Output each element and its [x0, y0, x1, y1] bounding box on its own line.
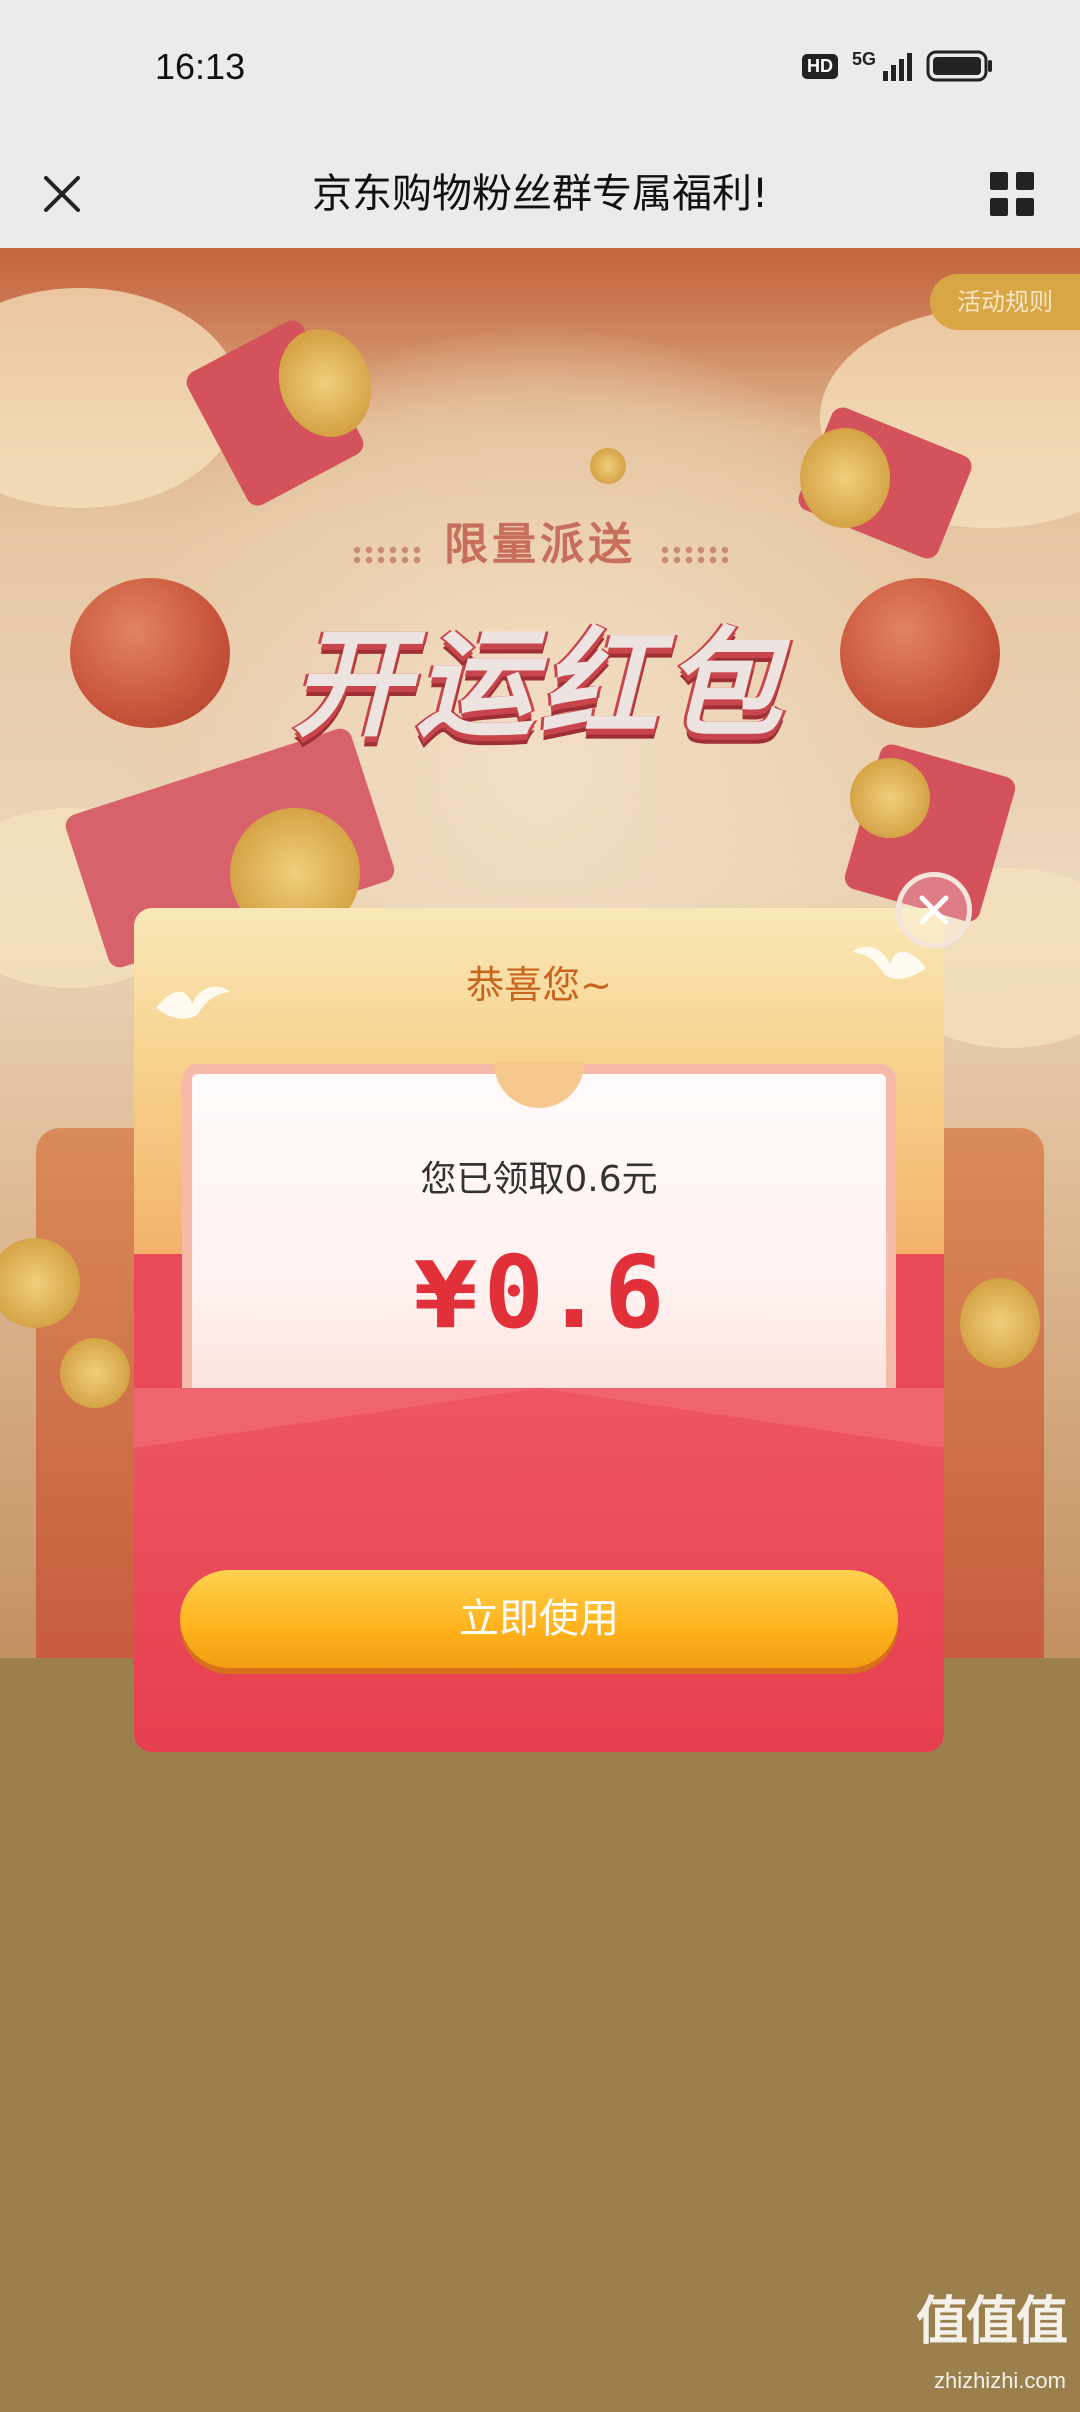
overlay-bottom-area: 值值值 zhizhizhi.com	[0, 1658, 1080, 2412]
activity-rules-button[interactable]: 活动规则	[930, 274, 1080, 330]
dove-icon	[156, 986, 230, 1019]
red-envelope-modal: 恭喜您~ 您已领取0.6元 ¥0.6 立即使用	[134, 908, 944, 1752]
decorative-coin	[960, 1278, 1040, 1368]
battery-icon	[926, 50, 992, 82]
signal-icon	[883, 53, 912, 81]
decorative-dots	[350, 544, 421, 565]
modal-close-button[interactable]	[896, 872, 972, 948]
page-title: 京东购物粉丝群专属福利!	[311, 171, 769, 217]
dove-icon	[852, 946, 926, 979]
decorative-coin	[850, 758, 930, 838]
status-icons: HD 5G	[801, 48, 994, 82]
decorative-coin	[60, 1338, 130, 1408]
status-bar: 16:13 HD 5G	[0, 0, 1080, 140]
card-notch	[494, 1062, 584, 1108]
nav-bar: 京东购物粉丝群专属福利!	[0, 140, 1080, 248]
modal-header: 恭喜您~	[466, 963, 612, 1007]
decorative-coin	[590, 448, 626, 484]
status-time: 16:13	[155, 46, 246, 87]
subtitle: 限量派送	[444, 519, 636, 570]
amount-value: 0.6	[483, 1234, 665, 1351]
subtitle-row: 限量派送	[0, 508, 1080, 572]
network-type-label: 5G	[851, 48, 876, 69]
currency-symbol: ¥	[413, 1242, 478, 1349]
watermark-url: zhizhizhi.com	[933, 2368, 1066, 2393]
mini-program-menu-icon[interactable]	[982, 164, 1042, 224]
main-title: 开运红包	[291, 615, 788, 753]
received-amount-text: 您已领取0.6元	[420, 1159, 658, 1200]
reward-amount: ¥0.6	[192, 1234, 886, 1351]
hd-icon: HD	[801, 53, 838, 79]
decorative-dots	[659, 544, 730, 565]
close-icon	[919, 895, 949, 925]
use-now-button[interactable]: 立即使用	[180, 1570, 898, 1668]
watermark-logo: 值值值	[915, 2292, 1068, 2352]
